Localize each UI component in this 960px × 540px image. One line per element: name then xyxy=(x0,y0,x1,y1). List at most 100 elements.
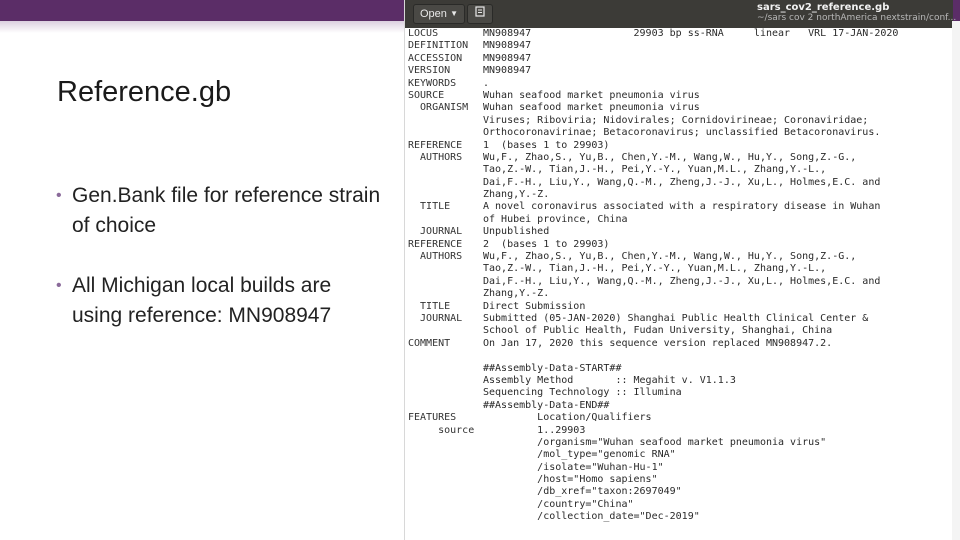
genbank-field-key: VERSION xyxy=(408,65,451,77)
bullet-list: • Gen.Bank file for reference strain of … xyxy=(56,181,386,361)
genbank-line: ACCESSION MN908947 xyxy=(408,53,953,65)
genbank-text-area[interactable]: LOCUS MN908947 29903 bp ss-RNA linear VRL… xyxy=(408,28,953,524)
genbank-field-value: /mol_type="genomic RNA" xyxy=(483,449,676,461)
genbank-field-key: DEFINITION xyxy=(408,40,469,52)
genbank-line: Viruses; Riboviria; Nidovirales; Cornido… xyxy=(408,115,953,127)
slide-title: Reference.gb xyxy=(57,76,232,108)
genbank-line: of Hubei province, China xyxy=(408,214,953,226)
genbank-line: Zhang,Y.-Z. xyxy=(408,189,953,201)
genbank-line: /collection_date="Dec-2019" xyxy=(408,511,953,523)
genbank-field-value: /isolate="Wuhan-Hu-1" xyxy=(483,461,664,473)
genbank-field-key: AUTHORS xyxy=(408,151,463,163)
genbank-field-value: Wu,F., Zhao,S., Yu,B., Chen,Y.-M., Wang,… xyxy=(483,151,857,163)
genbank-field-value: MN908947 xyxy=(483,40,532,52)
genbank-field-value: Zhang,Y.-Z. xyxy=(483,288,550,300)
genbank-line: ORGANISM Wuhan seafood market pneumonia v… xyxy=(408,102,953,114)
genbank-field-value: Wu,F., Zhao,S., Yu,B., Chen,Y.-M., Wang,… xyxy=(483,251,857,263)
genbank-line: TITLE A novel coronavirus associated with… xyxy=(408,201,953,213)
genbank-field-key: COMMENT xyxy=(408,337,451,349)
genbank-field-key: REFERENCE xyxy=(408,238,463,250)
genbank-line: /isolate="Wuhan-Hu-1" xyxy=(408,462,953,474)
genbank-field-value: Submitted (05-JAN-2020) Shanghai Public … xyxy=(483,312,869,324)
genbank-line: /db_xref="taxon:2697049" xyxy=(408,486,953,498)
genbank-line: TITLE Direct Submission xyxy=(408,301,953,313)
bullet-dot-icon: • xyxy=(56,187,62,204)
open-button[interactable]: Open ▼ xyxy=(413,4,465,24)
genbank-field-key: AUTHORS xyxy=(408,251,463,263)
genbank-field-value: Dai,F.-H., Liu,Y., Wang,Q.-M., Zheng,J.-… xyxy=(483,176,881,188)
genbank-line: /mol_type="genomic RNA" xyxy=(408,449,953,461)
genbank-field-value: Unpublished xyxy=(483,226,550,238)
genbank-field-value: Tao,Z.-W., Tian,J.-H., Pei,Y.-Y., Yuan,M… xyxy=(483,164,827,176)
bullet-item: • Gen.Bank file for reference strain of … xyxy=(56,181,386,241)
genbank-field-value: . xyxy=(483,77,490,89)
genbank-field-value: ##Assembly-Data-START## xyxy=(483,362,622,374)
genbank-field-value: Sequencing Technology :: Illumina xyxy=(483,387,682,399)
genbank-field-value: /organism="Wuhan seafood market pneumoni… xyxy=(483,436,827,448)
genbank-line: ##Assembly-Data-START## xyxy=(408,363,953,375)
new-document-button[interactable] xyxy=(467,4,493,24)
genbank-line: Assembly Method :: Megahit v. V1.1.3 xyxy=(408,375,953,387)
genbank-field-value: Assembly Method :: Megahit v. V1.1.3 xyxy=(483,374,736,386)
genbank-field-value: Viruses; Riboviria; Nidovirales; Cornido… xyxy=(483,114,869,126)
genbank-line xyxy=(408,350,953,362)
genbank-line: LOCUS MN908947 29903 bp ss-RNA linear VRL… xyxy=(408,28,953,40)
genbank-line: REFERENCE 1 (bases 1 to 29903) xyxy=(408,140,953,152)
genbank-line: Dai,F.-H., Liu,Y., Wang,Q.-M., Zheng,J.-… xyxy=(408,177,953,189)
bullet-item: • All Michigan local builds are using re… xyxy=(56,271,386,331)
genbank-field-value: School of Public Health, Fudan Universit… xyxy=(483,325,833,337)
chevron-down-icon: ▼ xyxy=(450,9,458,18)
genbank-line: School of Public Health, Fudan Universit… xyxy=(408,325,953,337)
genbank-line: VERSION MN908947 xyxy=(408,65,953,77)
genbank-field-value: ##Assembly-Data-END## xyxy=(483,399,610,411)
genbank-field-key: FEATURES xyxy=(408,412,457,424)
genbank-field-value: Direct Submission xyxy=(483,300,586,312)
genbank-line: FEATURES Location/Qualifiers xyxy=(408,412,953,424)
genbank-field-value: 1..29903 xyxy=(483,424,586,436)
text-editor-window: Open ▼ sars_cov2_reference.gb ~/sars cov… xyxy=(404,0,956,540)
genbank-field-value: MN908947 xyxy=(483,65,532,77)
genbank-line: source 1..29903 xyxy=(408,425,953,437)
genbank-field-value: of Hubei province, China xyxy=(483,213,628,225)
genbank-line: /country="China" xyxy=(408,499,953,511)
genbank-field-key: TITLE xyxy=(408,300,451,312)
genbank-line: COMMENT On Jan 17, 2020 this sequence ver… xyxy=(408,338,953,350)
slide-top-gradient xyxy=(0,21,404,33)
genbank-field-key: SOURCE xyxy=(408,89,445,101)
genbank-field-value: On Jan 17, 2020 this sequence version re… xyxy=(483,337,833,349)
genbank-field-value: MN908947 xyxy=(483,52,532,64)
genbank-line: JOURNAL Unpublished xyxy=(408,226,953,238)
genbank-line: REFERENCE 2 (bases 1 to 29903) xyxy=(408,239,953,251)
genbank-line: Dai,F.-H., Liu,Y., Wang,Q.-M., Zheng,J.-… xyxy=(408,276,953,288)
genbank-field-value: Location/Qualifiers xyxy=(483,412,652,424)
genbank-field-key: REFERENCE xyxy=(408,139,463,151)
genbank-field-key: KEYWORDS xyxy=(408,77,457,89)
genbank-field-key: ACCESSION xyxy=(408,52,463,64)
genbank-field-value: Dai,F.-H., Liu,Y., Wang,Q.-M., Zheng,J.-… xyxy=(483,275,881,287)
genbank-field-value: Tao,Z.-W., Tian,J.-H., Pei,Y.-Y., Yuan,M… xyxy=(483,263,827,275)
open-button-label: Open xyxy=(420,8,447,20)
genbank-line: AUTHORS Wu,F., Zhao,S., Yu,B., Chen,Y.-M.… xyxy=(408,251,953,263)
window-file-name: sars_cov2_reference.gb xyxy=(757,2,890,13)
slide-right-margin xyxy=(952,21,960,540)
genbank-field-value: Wuhan seafood market pneumonia virus xyxy=(483,102,700,114)
genbank-field-value: /country="China" xyxy=(483,498,634,510)
genbank-line: SOURCE Wuhan seafood market pneumonia vir… xyxy=(408,90,953,102)
genbank-field-key: JOURNAL xyxy=(408,226,463,238)
genbank-line: Zhang,Y.-Z. xyxy=(408,288,953,300)
genbank-line: Tao,Z.-W., Tian,J.-H., Pei,Y.-Y., Yuan,M… xyxy=(408,164,953,176)
genbank-line: Tao,Z.-W., Tian,J.-H., Pei,Y.-Y., Yuan,M… xyxy=(408,263,953,275)
bullet-text: Gen.Bank file for reference strain of ch… xyxy=(72,184,381,237)
genbank-field-value: Zhang,Y.-Z. xyxy=(483,189,550,201)
genbank-field-value: /collection_date="Dec-2019" xyxy=(483,511,700,523)
genbank-field-value: MN908947 29903 bp ss-RNA linear VRL 17-J… xyxy=(483,28,899,39)
genbank-field-value: /host="Homo sapiens" xyxy=(483,474,658,486)
genbank-line: /organism="Wuhan seafood market pneumoni… xyxy=(408,437,953,449)
genbank-line: /host="Homo sapiens" xyxy=(408,474,953,486)
genbank-line: JOURNAL Submitted (05-JAN-2020) Shanghai … xyxy=(408,313,953,325)
genbank-line: DEFINITION MN908947 xyxy=(408,40,953,52)
window-file-path: ~/sars cov 2 northAmerica nextstrain/con… xyxy=(757,13,957,23)
genbank-field-value: 2 (bases 1 to 29903) xyxy=(483,238,610,250)
genbank-field-key: TITLE xyxy=(408,201,451,213)
genbank-field-key: ORGANISM xyxy=(408,102,469,114)
